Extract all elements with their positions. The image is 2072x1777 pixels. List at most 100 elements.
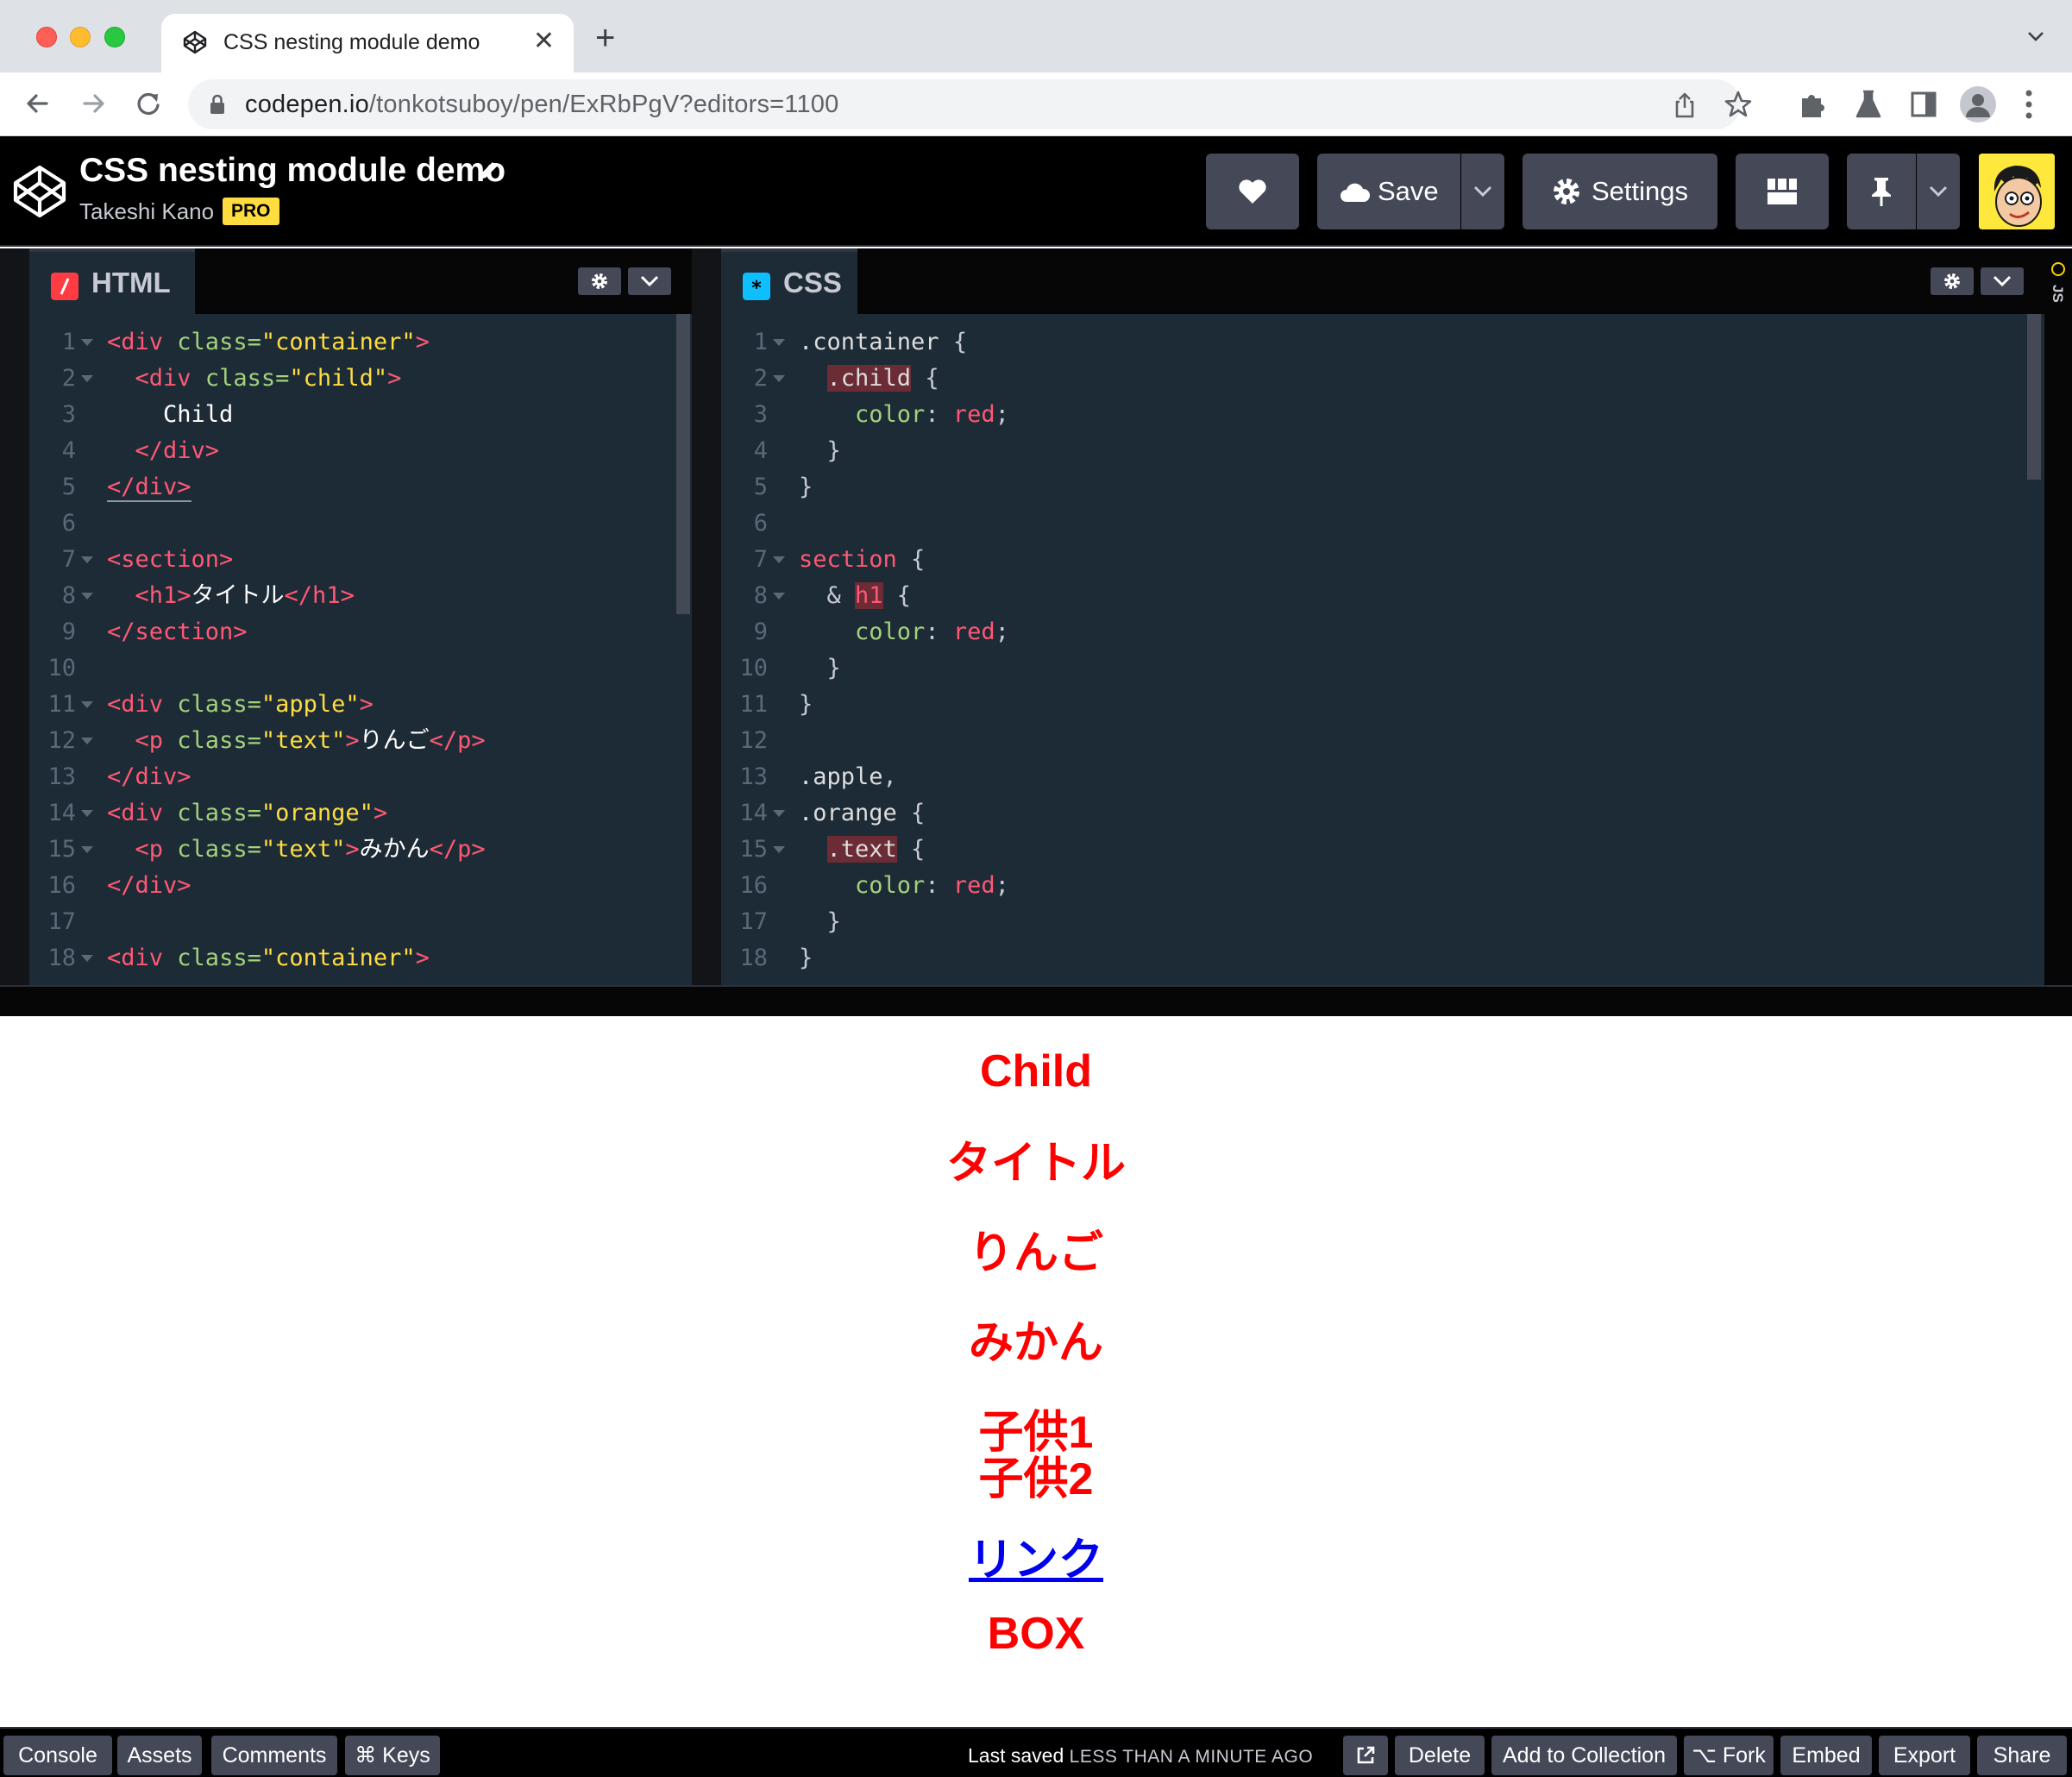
delete-button[interactable]: Delete [1395,1736,1485,1775]
code-text[interactable]: } [799,433,841,469]
save-button[interactable]: Save [1317,154,1460,229]
address-bar[interactable]: codepen.io/tonkotsuboy/pen/ExRbPgV?edito… [188,79,1752,129]
code-text[interactable]: </div> [107,759,192,795]
change-view-button[interactable] [1736,154,1829,229]
zoom-window-button[interactable] [104,27,125,47]
console-button[interactable]: Console [3,1736,112,1775]
pencil-icon[interactable] [476,159,500,183]
code-text[interactable]: .container { [799,324,967,361]
code-text[interactable]: } [799,650,841,687]
fold-arrow-icon[interactable] [81,593,93,600]
share-icon[interactable] [1672,91,1698,119]
code-text[interactable]: <h1>タイトル</h1> [107,578,355,614]
code-text[interactable]: } [799,469,813,505]
pin-button[interactable] [1847,154,1916,229]
code-text[interactable]: color: red; [799,868,1009,904]
code-text[interactable]: </div> [107,433,220,469]
comments-button[interactable]: Comments [211,1736,337,1775]
fold-arrow-icon[interactable] [81,556,93,563]
url-text[interactable]: codepen.io/tonkotsuboy/pen/ExRbPgV?edito… [245,91,838,119]
fold-arrow-icon[interactable] [81,810,93,817]
fold-arrow-icon[interactable] [773,339,785,346]
html-editor[interactable]: HTML 1 <div class="container"> 2 <div clas… [29,248,692,985]
preview-link[interactable]: リンク [969,1535,1103,1585]
side-panel-icon[interactable] [1908,88,1939,121]
html-editor-scrollbar[interactable] [676,314,690,614]
fold-arrow-icon[interactable] [81,955,93,962]
code-text[interactable]: & h1 { [799,578,911,614]
settings-button[interactable]: Settings [1523,154,1717,229]
add-to-collection-button[interactable]: Add to Collection [1491,1736,1677,1775]
love-button[interactable] [1206,154,1299,229]
share-button[interactable]: Share [1977,1736,2067,1775]
html-editor-options-button[interactable] [628,267,671,295]
code-text[interactable]: color: red; [799,614,1009,650]
code-text[interactable]: .text { [799,832,925,868]
code-text[interactable]: <div class="apple"> [107,687,374,723]
export-button[interactable]: Export [1879,1736,1970,1775]
codepen-logo-icon[interactable] [12,164,67,219]
assets-button[interactable]: Assets [117,1736,202,1775]
flask-icon[interactable] [1853,88,1884,121]
code-text[interactable]: } [799,904,841,940]
embed-button[interactable]: Embed [1780,1736,1872,1775]
code-text[interactable]: .apple, [799,759,897,795]
html-editor-settings-button[interactable] [578,267,621,295]
code-text[interactable]: <section> [107,542,233,578]
new-tab-button[interactable]: + [595,19,615,57]
user-avatar[interactable] [1979,154,2055,229]
code-text[interactable]: <p class="text">りんご</p> [107,723,486,759]
code-text[interactable]: </section> [107,614,248,650]
code-text[interactable]: } [799,940,813,976]
code-text[interactable]: Child [107,397,233,433]
save-options-button[interactable] [1461,154,1504,229]
fold-arrow-icon[interactable] [773,593,785,600]
fold-arrow-icon[interactable] [81,738,93,744]
more-menu-icon[interactable] [2024,88,2034,121]
code-text[interactable]: <div class="orange"> [107,795,387,832]
author-name[interactable]: Takeshi Kano [79,198,214,225]
back-arrow-icon[interactable] [19,85,57,122]
css-editor-options-button[interactable] [1981,267,2024,295]
open-in-new-window-button[interactable] [1343,1736,1388,1775]
pin-options-button[interactable] [1917,154,1960,229]
keys-button[interactable]: ⌘ Keys [345,1736,440,1775]
code-text[interactable]: <div class="container"> [107,940,430,976]
fold-arrow-icon[interactable] [81,701,93,708]
reload-icon[interactable] [129,85,167,122]
fold-arrow-icon[interactable] [81,375,93,382]
preview-resizer[interactable] [0,985,2072,1016]
fork-button[interactable]: ⌥ Fork [1684,1736,1774,1775]
css-code[interactable]: 1 .container {2 .child {3 color: red; 4 } 5… [721,324,2044,985]
fold-arrow-icon[interactable] [81,846,93,853]
tab-search-chevron-icon[interactable] [2025,26,2046,47]
fold-arrow-icon[interactable] [773,556,785,563]
code-text[interactable]: <div class="container"> [107,324,430,361]
forward-arrow-icon[interactable] [74,85,112,122]
code-text[interactable]: } [799,687,813,723]
star-icon[interactable] [1724,90,1753,119]
css-editor-tab[interactable]: * CSS [721,248,857,314]
fold-arrow-icon[interactable] [773,846,785,853]
html-editor-tab[interactable]: HTML [29,248,195,314]
fold-arrow-icon[interactable] [81,339,93,346]
browser-tab[interactable]: CSS nesting module demo ✕ [161,14,574,72]
html-code[interactable]: 1 <div class="container"> 2 <div class="ch… [29,324,692,985]
code-text[interactable]: </div> [107,868,192,904]
profile-icon[interactable] [1960,86,1996,122]
css-editor[interactable]: * CSS 1 .container {2 .child {3 color: re… [721,248,2044,985]
css-editor-scrollbar[interactable] [2027,314,2041,480]
lock-icon[interactable] [207,93,228,116]
code-text[interactable]: .orange { [799,795,925,832]
pen-title[interactable]: CSS nesting module demo [79,152,505,190]
code-text[interactable]: </div> [107,469,192,505]
code-text[interactable]: <div class="child"> [107,361,402,397]
tab-close-icon[interactable]: ✕ [533,27,555,56]
code-text[interactable]: color: red; [799,397,1009,433]
js-editor-collapsed[interactable]: JS [2044,248,2072,985]
close-window-button[interactable] [36,27,57,47]
minimize-window-button[interactable] [70,27,91,47]
puzzle-icon[interactable] [1798,88,1829,121]
fold-arrow-icon[interactable] [773,375,785,382]
css-editor-settings-button[interactable] [1931,267,1974,295]
